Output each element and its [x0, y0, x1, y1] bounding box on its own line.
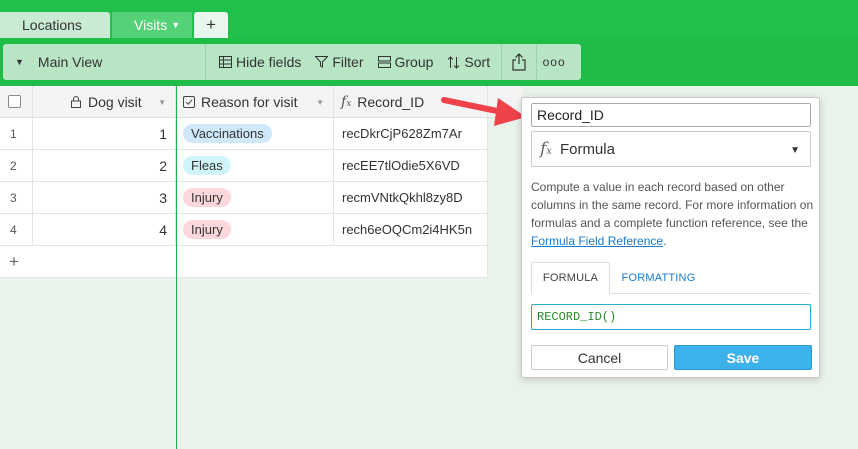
filter-icon [315, 56, 329, 68]
view-switcher[interactable]: ▼ Main View [3, 44, 206, 80]
cell-record-id[interactable]: recEE7tlOdie5X6VD [334, 150, 488, 182]
plus-icon: + [206, 15, 216, 34]
checkbox-field-icon [183, 95, 195, 108]
cell-reason[interactable]: Vaccinations [176, 118, 334, 150]
description-text: Compute a value in each record based on … [531, 180, 814, 230]
group-button[interactable]: Group [371, 44, 441, 80]
grid-icon [219, 56, 232, 68]
reason-pill: Injury [183, 188, 231, 207]
row-number[interactable]: 4 [0, 214, 33, 246]
cell-record-id[interactable]: recmVNtkQkhl8zy8D [334, 182, 488, 214]
more-options-button[interactable]: ooo [537, 44, 571, 80]
lock-icon [71, 95, 81, 108]
reason-pill: Vaccinations [183, 124, 272, 143]
sort-button[interactable]: Sort [440, 44, 497, 80]
sort-icon [448, 55, 460, 69]
field-name-input[interactable]: Record_ID [531, 103, 811, 127]
chevron-down-icon: ▼ [15, 57, 24, 67]
field-config-popup: Record_ID fx Formula ▼ Compute a value i… [521, 97, 820, 378]
tab-formula[interactable]: FORMULA [531, 262, 610, 294]
chevron-down-icon[interactable]: ▼ [171, 20, 180, 30]
chevron-down-icon[interactable]: ▼ [158, 98, 166, 107]
save-button[interactable]: Save [674, 345, 812, 370]
field-type-label: Formula [559, 140, 615, 158]
cell-dog-visit[interactable]: 3 [33, 182, 176, 214]
share-icon [512, 53, 526, 71]
formula-reference-link[interactable]: Formula Field Reference [531, 234, 663, 248]
group-label: Group [394, 54, 434, 70]
row-number[interactable]: 2 [0, 150, 33, 182]
column-label-record-id: Record_ID [357, 93, 425, 110]
group-icon [377, 56, 391, 68]
tab-formatting[interactable]: FORMATTING [611, 262, 706, 294]
cancel-button[interactable]: Cancel [531, 345, 668, 370]
column-header-dog-visit[interactable]: Dog visit ▼ [33, 86, 176, 118]
select-all-checkbox[interactable] [8, 95, 21, 108]
share-button[interactable] [502, 44, 536, 80]
hide-fields-button[interactable]: Hide fields [212, 44, 308, 80]
chevron-down-icon: ▼ [790, 145, 800, 156]
column-header-reason[interactable]: Reason for visit ▼ [176, 86, 334, 118]
row-number[interactable]: 1 [0, 118, 33, 150]
sort-label: Sort [464, 54, 491, 70]
tab-visits[interactable]: Visits ▼ [112, 12, 192, 38]
cell-reason[interactable]: Fleas [176, 150, 334, 182]
hide-fields-label: Hide fields [236, 54, 302, 70]
annotation-arrow [441, 97, 526, 126]
reason-pill: Injury [183, 220, 231, 239]
view-name: Main View [37, 54, 103, 70]
description-suffix: . [663, 234, 667, 248]
formula-icon: fx [341, 93, 352, 110]
formula-icon: fx [540, 139, 552, 159]
chevron-down-icon[interactable]: ▼ [316, 98, 324, 107]
view-toolbar: ▼ Main View Hide fields Filter Group Sor… [3, 44, 581, 80]
add-row-button[interactable]: + [0, 246, 488, 278]
tab-locations-label: Locations [22, 17, 82, 33]
tab-visits-label: Visits [134, 17, 168, 33]
reason-pill: Fleas [183, 156, 231, 175]
tab-locations[interactable]: Locations [0, 12, 110, 38]
field-type-select[interactable]: fx Formula ▼ [531, 131, 811, 167]
column-label-reason: Reason for visit [201, 93, 298, 110]
cell-dog-visit[interactable]: 2 [33, 150, 176, 182]
cell-dog-visit[interactable]: 4 [33, 214, 176, 246]
field-type-description: Compute a value in each record based on … [531, 178, 816, 250]
filter-button[interactable]: Filter [308, 44, 370, 80]
filter-label: Filter [332, 54, 364, 70]
cell-record-id[interactable]: rech6eOQCm2i4HK5n [334, 214, 488, 246]
formula-input[interactable]: RECORD_ID() [531, 304, 811, 330]
cell-reason[interactable]: Injury [176, 182, 334, 214]
config-tabs: FORMULA FORMATTING [531, 262, 811, 294]
ellipsis-icon: ooo [542, 55, 566, 69]
column-label-dog-visit: Dog visit [88, 93, 142, 110]
frozen-column-divider [176, 86, 177, 449]
cell-dog-visit[interactable]: 1 [33, 118, 176, 150]
select-all-header[interactable] [0, 86, 33, 118]
row-number[interactable]: 3 [0, 182, 33, 214]
cell-reason[interactable]: Injury [176, 214, 334, 246]
add-table-button[interactable]: + [194, 12, 228, 38]
